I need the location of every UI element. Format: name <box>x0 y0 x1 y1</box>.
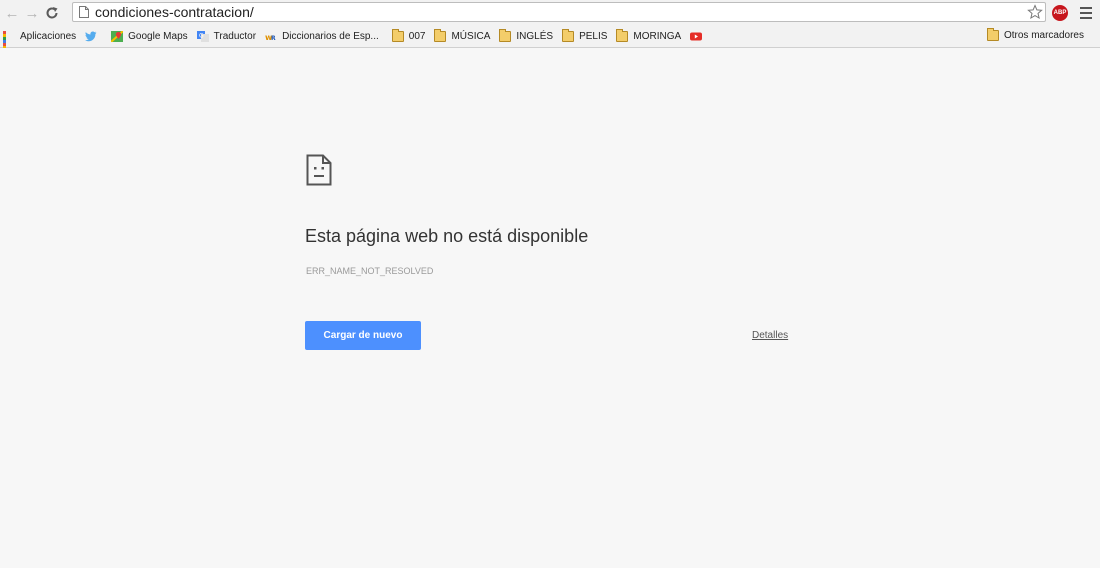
adblock-plus-icon[interactable]: ABP <box>1052 5 1068 21</box>
svg-text:G: G <box>199 33 204 40</box>
details-link[interactable]: Detalles <box>752 330 788 341</box>
apps-grid-icon <box>3 31 15 58</box>
reload-button[interactable]: Cargar de nuevo <box>305 321 421 350</box>
url-text: condiciones-contratacion/ <box>95 4 254 20</box>
bookmark-google-maps[interactable]: Google Maps <box>111 31 188 42</box>
bookmark-other-folder[interactable]: Otros marcadores <box>986 28 1084 41</box>
bookmark-traductor[interactable]: G Traductor <box>196 31 257 42</box>
bookmark-youtube[interactable] <box>690 31 707 42</box>
google-translate-icon: G <box>196 31 209 42</box>
bookmark-label: MORINGA <box>633 31 682 42</box>
folder-icon <box>391 29 404 42</box>
browser-toolbar: ← → condiciones-contratacion/ ABP <box>0 0 1100 26</box>
bookmark-folder-007[interactable]: 007 <box>391 29 426 42</box>
back-arrow-icon[interactable]: ← <box>2 2 22 24</box>
youtube-icon <box>690 32 703 41</box>
menu-icon[interactable] <box>1080 7 1092 19</box>
folder-icon <box>434 29 447 42</box>
error-page: Esta página web no está disponible ERR_N… <box>0 48 1100 568</box>
folder-icon <box>499 29 512 42</box>
reload-icon[interactable] <box>42 2 62 24</box>
svg-text:R: R <box>271 35 276 42</box>
bookmark-apps[interactable]: Aplicaciones <box>3 31 77 58</box>
folder-icon <box>986 28 999 41</box>
bookmark-folder-pelis[interactable]: PELIS <box>562 29 608 42</box>
bookmark-label: PELIS <box>579 31 608 42</box>
folder-icon <box>616 29 629 42</box>
bookmark-folder-ingles[interactable]: INGLÉS <box>499 29 554 42</box>
error-title: Esta página web no está disponible <box>305 226 589 246</box>
bookmark-folder-musica[interactable]: MÚSICA <box>434 29 491 42</box>
address-bar[interactable]: condiciones-contratacion/ <box>72 2 1046 22</box>
page-icon <box>79 6 89 18</box>
wordreference-icon: w R <box>265 33 276 42</box>
bookmark-label: Aplicaciones <box>20 31 77 42</box>
google-maps-icon <box>111 31 124 42</box>
error-code: ERR_NAME_NOT_RESOLVED <box>306 266 434 276</box>
bookmark-diccionarios[interactable]: w R Diccionarios de Esp... <box>265 31 379 42</box>
bookmark-label: Traductor <box>213 31 257 42</box>
bookmark-star-icon[interactable] <box>1027 4 1043 20</box>
bookmark-label: MÚSICA <box>451 31 491 42</box>
twitter-icon <box>85 31 97 42</box>
bookmark-twitter[interactable] <box>85 31 102 42</box>
bookmark-label: INGLÉS <box>516 31 554 42</box>
forward-arrow-icon[interactable]: → <box>22 2 42 24</box>
bookmark-label: Otros marcadores <box>1003 30 1084 41</box>
bookmark-label: Google Maps <box>128 31 188 42</box>
bookmark-label: Diccionarios de Esp... <box>282 31 379 42</box>
bookmark-folder-moringa[interactable]: MORINGA <box>616 29 682 42</box>
sad-page-icon <box>306 154 332 186</box>
bookmark-label: 007 <box>408 31 426 42</box>
bookmarks-bar: Aplicaciones Google Maps G Traductor w R… <box>0 26 1100 58</box>
folder-icon <box>562 29 575 42</box>
